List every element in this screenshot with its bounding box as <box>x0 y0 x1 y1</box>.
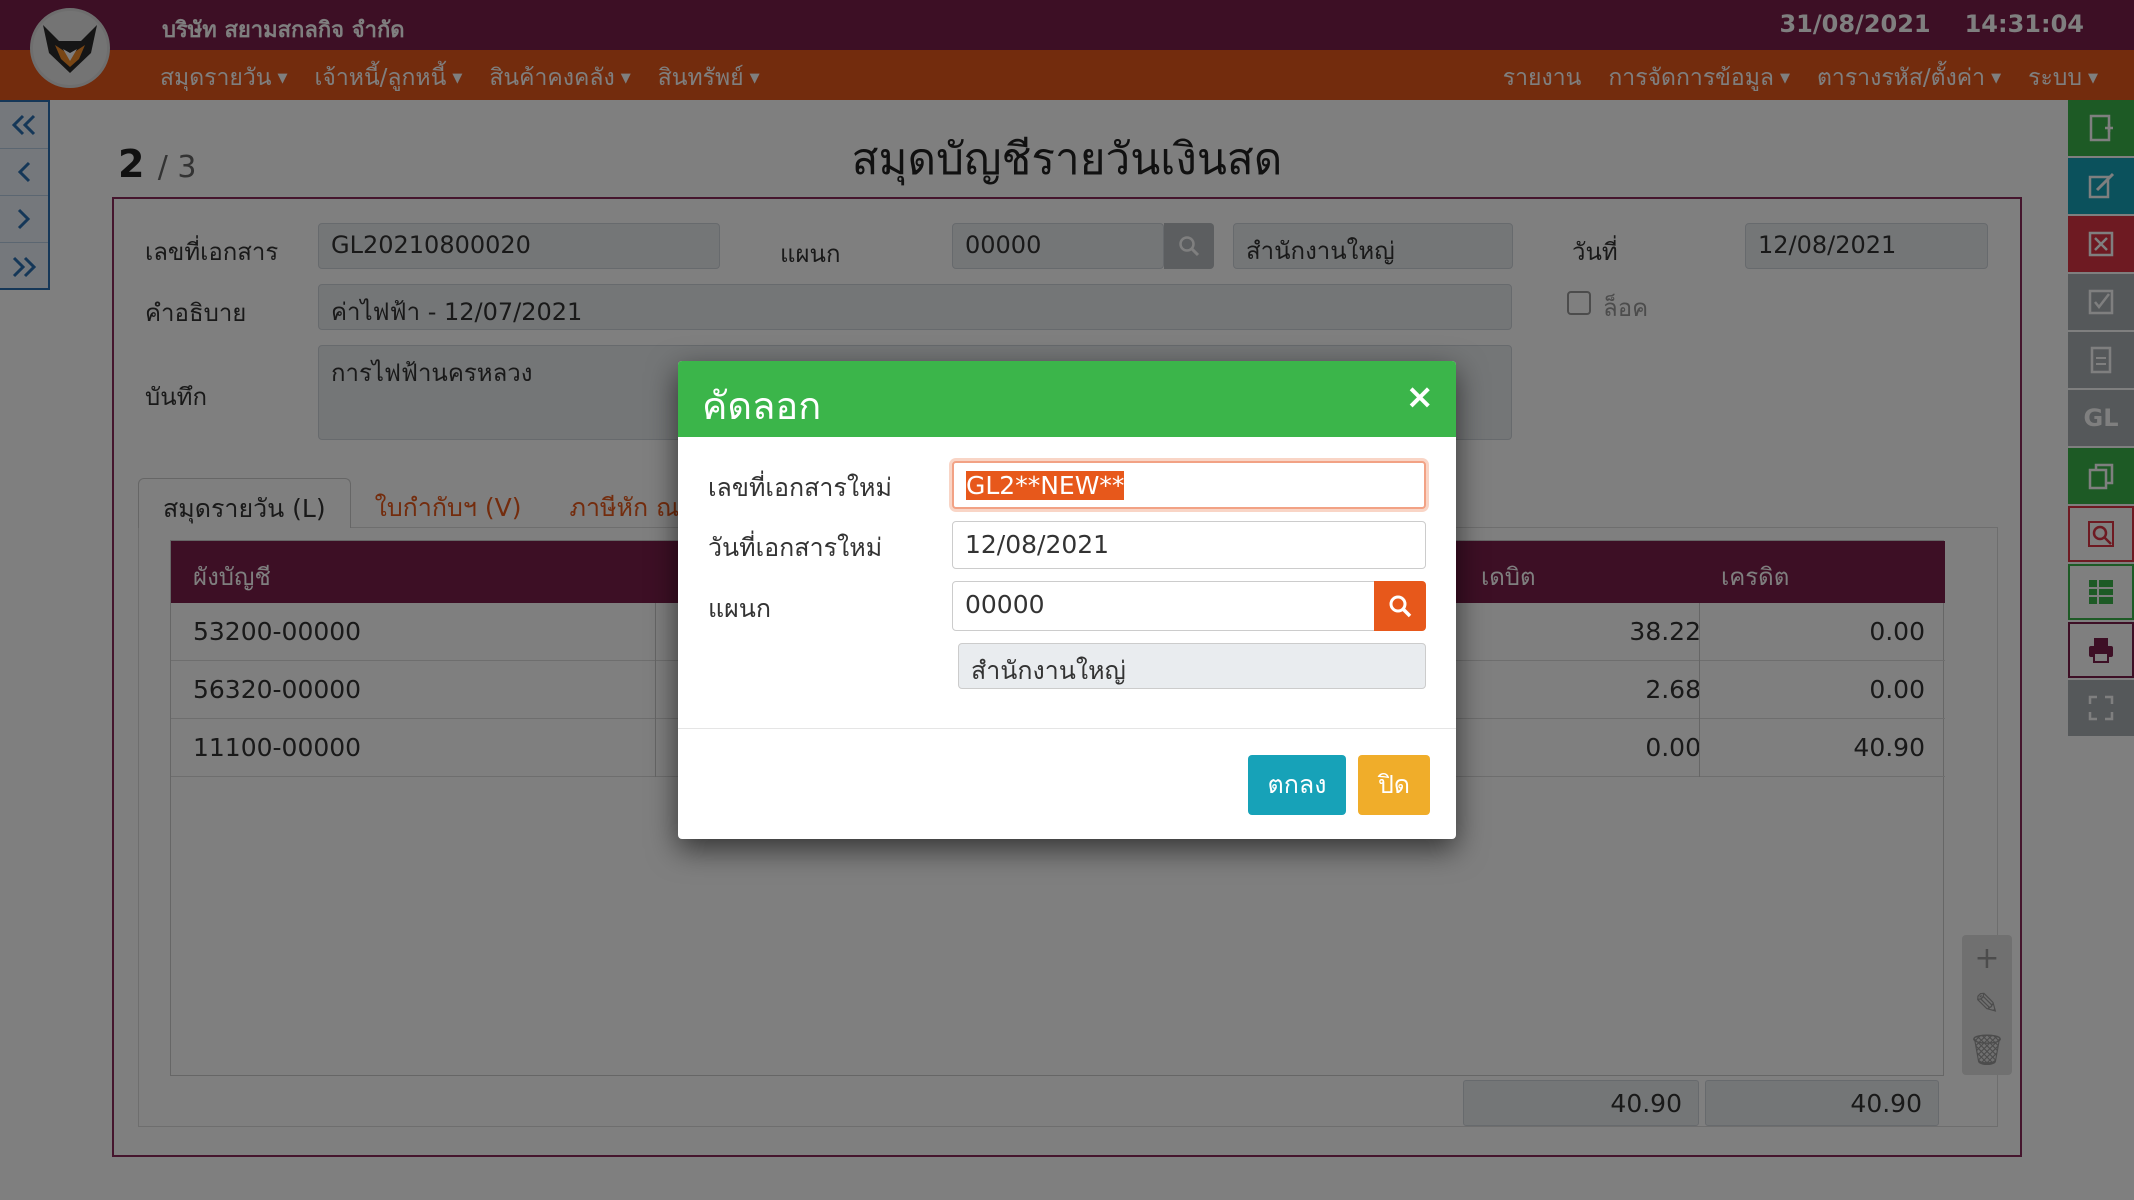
ok-button[interactable]: ตกลง <box>1248 755 1346 815</box>
search-icon <box>1389 595 1412 618</box>
new-doc-input[interactable]: GL2**NEW** <box>952 461 1426 509</box>
new-date-label: วันที่เอกสารใหม่ <box>708 533 883 562</box>
new-doc-label: เลขที่เอกสารใหม่ <box>708 473 893 502</box>
close-icon[interactable]: × <box>1406 377 1435 417</box>
copy-dialog: คัดลอก × เลขที่เอกสารใหม่ GL2**NEW** วัน… <box>678 361 1456 839</box>
dept-label: แผนก <box>708 594 771 623</box>
dialog-title: คัดลอก <box>702 384 822 428</box>
dept-input[interactable]: 00000 <box>952 581 1376 631</box>
dept-name-display: สำนักงานใหญ่ <box>958 643 1426 689</box>
dialog-header: คัดลอก × <box>678 361 1456 437</box>
new-date-input[interactable]: 12/08/2021 <box>952 521 1426 569</box>
dept-search-button[interactable] <box>1374 581 1426 631</box>
dialog-divider <box>678 728 1456 729</box>
new-doc-value: GL2**NEW** <box>966 471 1125 500</box>
close-button[interactable]: ปิด <box>1358 755 1430 815</box>
